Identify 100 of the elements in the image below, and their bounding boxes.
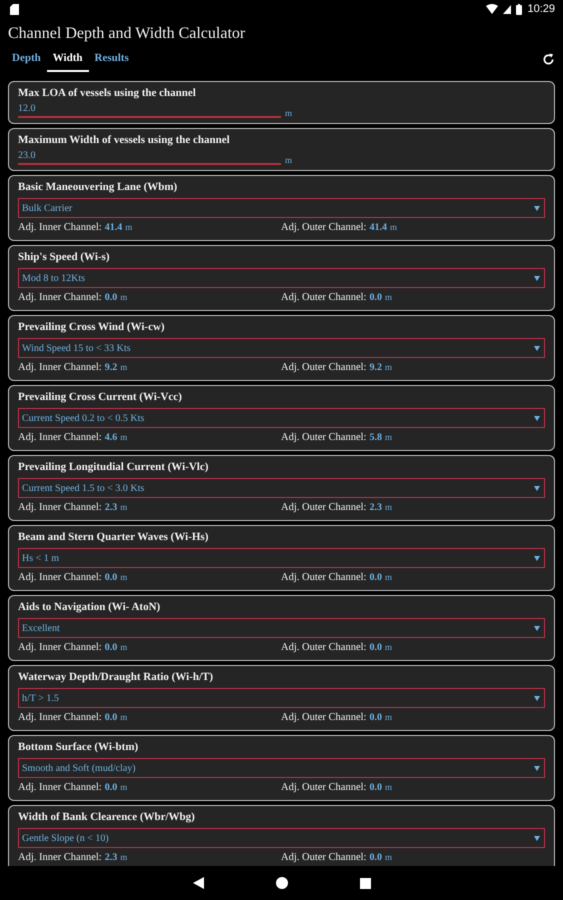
adjustment-value: 0.0 bbox=[369, 572, 382, 583]
adjustment-value: 9.2 bbox=[369, 362, 382, 373]
adjustment-value: 5.8 bbox=[369, 432, 382, 443]
adjustment-value: 0.0 bbox=[369, 712, 382, 723]
adjustment-value: 0.0 bbox=[369, 292, 382, 303]
field-label: Waterway Depth/Draught Ratio (Wi-h/T) bbox=[18, 671, 214, 683]
caret-icon bbox=[534, 556, 540, 560]
adjustment-label: Adj. Outer Channel: bbox=[281, 642, 366, 653]
clock: 10:29 bbox=[527, 3, 555, 15]
recents-icon[interactable] bbox=[360, 878, 370, 888]
tab[interactable]: Results bbox=[88, 48, 135, 72]
sd-card-icon bbox=[10, 4, 19, 14]
refresh-icon[interactable] bbox=[542, 53, 555, 66]
dropdown[interactable]: Excellent bbox=[18, 618, 545, 638]
field-label: Ship's Speed (Wi-s) bbox=[18, 251, 110, 263]
unit-label: m bbox=[120, 712, 128, 722]
tab[interactable]: Depth bbox=[6, 48, 47, 72]
dropdown[interactable]: Wind Speed 15 to < 33 Kts bbox=[18, 338, 545, 358]
field-label: Beam and Stern Quarter Waves (Wi-Hs) bbox=[18, 531, 210, 543]
adjustment-label: Adj. Outer Channel: bbox=[281, 572, 366, 583]
signal-icon bbox=[503, 4, 512, 14]
adjustment-label: Adj. Inner Channel: bbox=[18, 502, 102, 513]
input-field[interactable]: 12.0 bbox=[18, 102, 281, 118]
adjustment-value: 0.0 bbox=[104, 292, 118, 303]
unit-label: m bbox=[390, 222, 397, 232]
input-field[interactable]: 23.0 bbox=[18, 149, 281, 165]
adjustment-label: Adj. Inner Channel: bbox=[18, 782, 102, 793]
unit-label: m bbox=[384, 292, 392, 302]
adjustment-value: 0.0 bbox=[369, 782, 382, 793]
caret-icon bbox=[534, 276, 540, 280]
wifi-icon bbox=[486, 4, 498, 14]
adjustment-label: Adj. Inner Channel: bbox=[18, 572, 102, 583]
adjustment-value: 0.0 bbox=[369, 642, 382, 653]
battery-icon bbox=[516, 4, 522, 14]
adjustment-value: 41.4 bbox=[104, 222, 122, 233]
caret-icon bbox=[534, 836, 540, 840]
unit-label: m bbox=[384, 712, 392, 722]
dropdown[interactable]: Bulk Carrier bbox=[18, 198, 545, 218]
adjustment-label: Adj. Inner Channel: bbox=[18, 642, 102, 653]
adjustment-value: 0.0 bbox=[104, 712, 118, 723]
adjustment-label: Adj. Outer Channel: bbox=[281, 852, 366, 863]
adjustment-value: 4.6 bbox=[104, 432, 118, 443]
back-icon[interactable] bbox=[192, 877, 204, 889]
adjustment-label: Adj. Inner Channel: bbox=[18, 292, 102, 303]
adjustment-label: Adj. Outer Channel: bbox=[281, 432, 366, 443]
field-label: Aids to Navigation (Wi- AtoN) bbox=[18, 601, 162, 613]
dropdown[interactable]: Mod 8 to 12Kts bbox=[18, 268, 545, 288]
unit-label: m bbox=[120, 502, 128, 512]
caret-icon bbox=[534, 416, 540, 420]
adjustment-value: 2.3 bbox=[104, 502, 118, 513]
unit-label: m bbox=[120, 572, 128, 582]
adjustment-value: 9.2 bbox=[104, 362, 118, 373]
unit-label: m bbox=[120, 362, 128, 372]
adjustment-value: 2.3 bbox=[104, 852, 118, 863]
caret-icon bbox=[534, 626, 540, 630]
field-label: Prevailing Longitudial Current (Wi-Vlc) bbox=[18, 461, 210, 473]
dropdown[interactable]: Smooth and Soft (mud/clay) bbox=[18, 758, 545, 778]
unit-label: m bbox=[384, 782, 392, 792]
adjustment-label: Adj. Inner Channel: bbox=[18, 852, 102, 863]
field-label: Prevailing Cross Current (Wi-Vcc) bbox=[18, 391, 183, 403]
adjustment-label: Adj. Inner Channel: bbox=[18, 222, 102, 233]
tab[interactable]: Width bbox=[46, 48, 88, 72]
field-label: Max LOA of vessels using the channel bbox=[18, 87, 197, 99]
unit-label: m bbox=[120, 782, 128, 792]
adjustment-value: 0.0 bbox=[369, 852, 382, 863]
adjustment-label: Adj. Inner Channel: bbox=[18, 432, 102, 443]
unit-label: m bbox=[384, 362, 392, 372]
adjustment-label: Adj. Outer Channel: bbox=[281, 292, 366, 303]
adjustment-label: Adj. Inner Channel: bbox=[18, 362, 102, 373]
field-label: Basic Maneouvering Lane (Wbm) bbox=[18, 181, 178, 193]
adjustment-label: Adj. Outer Channel: bbox=[281, 712, 366, 723]
home-icon[interactable] bbox=[276, 877, 288, 889]
adjustment-value: 41.4 bbox=[369, 222, 387, 233]
dropdown[interactable]: Current Speed 0.2 to < 0.5 Kts bbox=[18, 408, 545, 428]
dropdown[interactable]: Hs < 1 m bbox=[18, 548, 545, 568]
unit-label: m bbox=[125, 222, 132, 232]
dropdown[interactable]: Gentle Slope (n < 10) bbox=[18, 828, 545, 848]
field-label: Bottom Surface (Wi-btm) bbox=[18, 741, 140, 753]
caret-icon bbox=[534, 346, 540, 350]
unit-label: m bbox=[120, 852, 128, 862]
adjustment-label: Adj. Inner Channel: bbox=[18, 712, 102, 723]
unit-label: m bbox=[120, 642, 128, 652]
unit-label: m bbox=[120, 292, 128, 302]
unit-label: m bbox=[384, 572, 392, 582]
unit-label: m bbox=[285, 108, 292, 118]
unit-label: m bbox=[384, 642, 392, 652]
unit-label: m bbox=[384, 502, 392, 512]
caret-icon bbox=[534, 206, 540, 210]
adjustment-label: Adj. Outer Channel: bbox=[281, 782, 366, 793]
unit-label: m bbox=[384, 852, 392, 862]
field-label: Width of Bank Clearence (Wbr/Wbg) bbox=[18, 811, 196, 823]
unit-label: m bbox=[285, 155, 292, 165]
adjustment-value: 2.3 bbox=[369, 502, 382, 513]
adjustment-label: Adj. Outer Channel: bbox=[281, 502, 366, 513]
dropdown[interactable]: h/T > 1.5 bbox=[18, 688, 545, 708]
adjustment-label: Adj. Outer Channel: bbox=[281, 222, 366, 233]
dropdown[interactable]: Current Speed 1.5 to < 3.0 Kts bbox=[18, 478, 545, 498]
adjustment-value: 0.0 bbox=[104, 642, 118, 653]
adjustment-label: Adj. Outer Channel: bbox=[281, 362, 366, 373]
field-label: Prevailing Cross Wind (Wi-cw) bbox=[18, 321, 166, 333]
